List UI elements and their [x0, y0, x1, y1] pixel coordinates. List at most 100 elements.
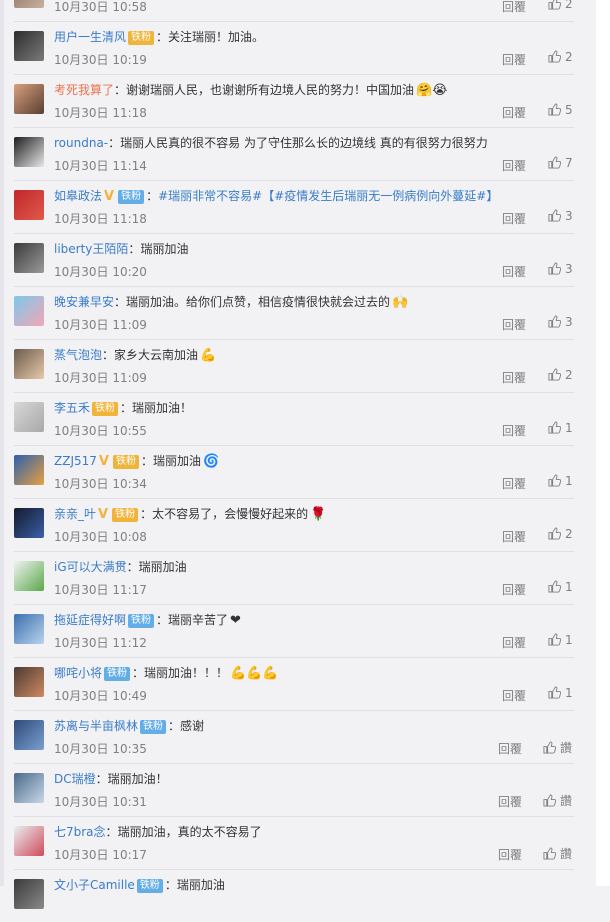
- username-link[interactable]: 考死我算了: [54, 83, 114, 97]
- like-button[interactable]: 7: [548, 156, 573, 170]
- avatar[interactable]: [14, 826, 44, 856]
- comment-text: 瑞丽加油: [140, 242, 189, 256]
- row-divider: [14, 127, 574, 128]
- username-link[interactable]: 蒸气泡泡: [54, 348, 102, 362]
- like-button[interactable]: 3: [548, 315, 573, 329]
- fan-badge[interactable]: 铁粉: [128, 614, 155, 628]
- like-button[interactable]: 讚: [543, 792, 572, 809]
- avatar[interactable]: [14, 402, 44, 432]
- like-button[interactable]: 2: [548, 527, 573, 541]
- username-link[interactable]: 李五禾: [54, 401, 90, 415]
- colon: ：: [140, 507, 153, 521]
- like-button[interactable]: 2: [548, 50, 573, 64]
- avatar[interactable]: [14, 243, 44, 273]
- avatar[interactable]: [14, 31, 44, 61]
- emoji-icon: 🙌: [392, 295, 409, 310]
- reply-button[interactable]: 回覆: [502, 51, 526, 68]
- like-button[interactable]: 1: [548, 421, 573, 435]
- avatar[interactable]: [14, 455, 44, 485]
- avatar[interactable]: [14, 0, 44, 8]
- reply-button[interactable]: 回覆: [498, 740, 522, 757]
- fan-badge[interactable]: 铁粉: [118, 190, 145, 204]
- like-button[interactable]: 1: [548, 474, 573, 488]
- avatar[interactable]: [14, 296, 44, 326]
- comment-time: 10月30日 10:34: [54, 477, 147, 491]
- avatar[interactable]: [14, 614, 44, 644]
- reply-button[interactable]: 回覆: [502, 687, 526, 704]
- avatar[interactable]: [14, 561, 44, 591]
- username-link[interactable]: 晚安兼早安: [54, 295, 114, 309]
- reply-button[interactable]: 回覆: [502, 157, 526, 174]
- username-link[interactable]: iG可以大满贯: [54, 560, 127, 574]
- username-link[interactable]: liberty王陌陌: [54, 242, 128, 256]
- comment-line: 苏离与半亩枫林 铁粉 ：感谢: [54, 716, 204, 736]
- comment-line: 如皋政法 V 铁粉 ：#瑞丽非常不容易#【#疫情发生后瑞丽无一例病例向外蔓延#】: [54, 186, 498, 206]
- colon: ：: [168, 719, 181, 733]
- fan-badge[interactable]: 铁粉: [92, 402, 119, 416]
- like-count: 2: [565, 0, 573, 11]
- colon: ：: [132, 666, 145, 680]
- avatar[interactable]: [14, 879, 44, 909]
- comment-line: 晚安兼早安：瑞丽加油。给你们点赞，相信疫情很快就会过去的 🙌: [54, 292, 408, 312]
- like-button[interactable]: 2: [548, 0, 573, 11]
- avatar[interactable]: [14, 508, 44, 538]
- reply-button[interactable]: 回覆: [502, 369, 526, 386]
- avatar[interactable]: [14, 137, 44, 167]
- avatar[interactable]: [14, 349, 44, 379]
- reply-button[interactable]: 回覆: [502, 581, 526, 598]
- username-link[interactable]: 用户一生清风: [54, 30, 126, 44]
- username-link[interactable]: ZZJ517: [54, 454, 97, 468]
- like-button[interactable]: 2: [548, 368, 573, 382]
- comment-text: 瑞丽加油: [138, 560, 187, 574]
- like-button[interactable]: 1: [548, 686, 573, 700]
- username-link[interactable]: 亲亲_叶: [54, 507, 96, 521]
- like-button[interactable]: 3: [548, 262, 573, 276]
- avatar[interactable]: [14, 773, 44, 803]
- avatar[interactable]: [14, 667, 44, 697]
- fan-badge[interactable]: 铁粉: [136, 879, 163, 893]
- username-link[interactable]: 哪咤小将: [54, 666, 102, 680]
- fan-badge[interactable]: 铁粉: [112, 455, 139, 469]
- avatar[interactable]: [14, 84, 44, 114]
- like-button[interactable]: 3: [548, 209, 573, 223]
- reply-button[interactable]: 回覆: [502, 0, 526, 15]
- username-link[interactable]: 苏离与半亩枫林: [54, 719, 138, 733]
- reply-button[interactable]: 回覆: [502, 422, 526, 439]
- fan-badge[interactable]: 铁粉: [128, 31, 155, 45]
- username-link[interactable]: 如皋政法: [54, 189, 102, 203]
- reply-button[interactable]: 回覆: [502, 475, 526, 492]
- comment-line: 哪咤小将 铁粉 ：瑞丽加油！！！ 💪💪💪: [54, 663, 279, 683]
- username-link[interactable]: 拖延症得好啊: [54, 613, 126, 627]
- username-link[interactable]: roundna-: [54, 136, 108, 150]
- reply-button[interactable]: 回覆: [498, 846, 522, 863]
- fan-badge[interactable]: 铁粉: [112, 508, 139, 522]
- like-button[interactable]: 讚: [543, 845, 572, 862]
- like-button[interactable]: 1: [548, 580, 573, 594]
- reply-button[interactable]: 回覆: [502, 210, 526, 227]
- username-link[interactable]: DC瑞橙: [54, 772, 96, 786]
- avatar[interactable]: [14, 190, 44, 220]
- fan-badge[interactable]: 铁粉: [140, 720, 167, 734]
- like-button[interactable]: 讚: [543, 739, 572, 756]
- comment-line: 李五禾 铁粉 ：瑞丽加油！: [54, 398, 192, 418]
- like-button[interactable]: 1: [548, 633, 573, 647]
- row-divider: [14, 180, 574, 181]
- colon: ：: [164, 878, 177, 892]
- username-link[interactable]: 七7bra念: [54, 825, 106, 839]
- comment-line: 亲亲_叶 V 铁粉 ：太不容易了，会慢慢好起来的 🌹: [54, 504, 326, 524]
- emoji-icon: ❤: [230, 613, 241, 628]
- reply-button[interactable]: 回覆: [502, 634, 526, 651]
- comment-text[interactable]: #瑞丽非常不容易#【#疫情发生后瑞丽无一例病例向外蔓延#】: [158, 189, 498, 203]
- reply-button[interactable]: 回覆: [502, 316, 526, 333]
- avatar[interactable]: [14, 720, 44, 750]
- like-button[interactable]: 5: [548, 103, 573, 117]
- reply-button[interactable]: 回覆: [502, 528, 526, 545]
- reply-button[interactable]: 回覆: [502, 263, 526, 280]
- thumbs-up-icon: [548, 474, 561, 487]
- username-link[interactable]: 文小子Camille: [54, 878, 135, 892]
- reply-button[interactable]: 回覆: [498, 793, 522, 810]
- comment-text: 瑞丽加油！！！: [144, 666, 229, 680]
- comment-time: 10月30日 10:08: [54, 530, 147, 544]
- reply-button[interactable]: 回覆: [502, 104, 526, 121]
- fan-badge[interactable]: 铁粉: [104, 667, 131, 681]
